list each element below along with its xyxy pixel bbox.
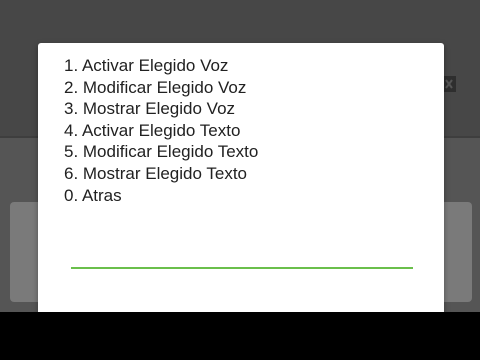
menu-option-modificar-texto: 5. Modificar Elegido Texto bbox=[64, 142, 259, 162]
menu-option-atras: 0. Atras bbox=[64, 185, 122, 205]
menu-option-activar-voz: 1. Activar Elegido Voz bbox=[64, 56, 229, 75]
menu-dialog: 1. Activar Elegido Voz 2. Modificar Eleg… bbox=[38, 43, 444, 323]
menu-options-list: 1. Activar Elegido Voz 2. Modificar Eleg… bbox=[64, 55, 258, 206]
menu-option-mostrar-texto: 6. Mostrar Elegido Texto bbox=[64, 163, 247, 183]
menu-option-activar-texto: 4. Activar Elegido Texto bbox=[64, 120, 241, 140]
menu-option-modificar-voz: 2. Modificar Elegido Voz bbox=[64, 77, 247, 97]
bottom-black-bar bbox=[0, 312, 480, 360]
menu-option-mostrar-voz: 3. Mostrar Elegido Voz bbox=[64, 99, 236, 119]
option-input-field[interactable] bbox=[71, 267, 413, 269]
